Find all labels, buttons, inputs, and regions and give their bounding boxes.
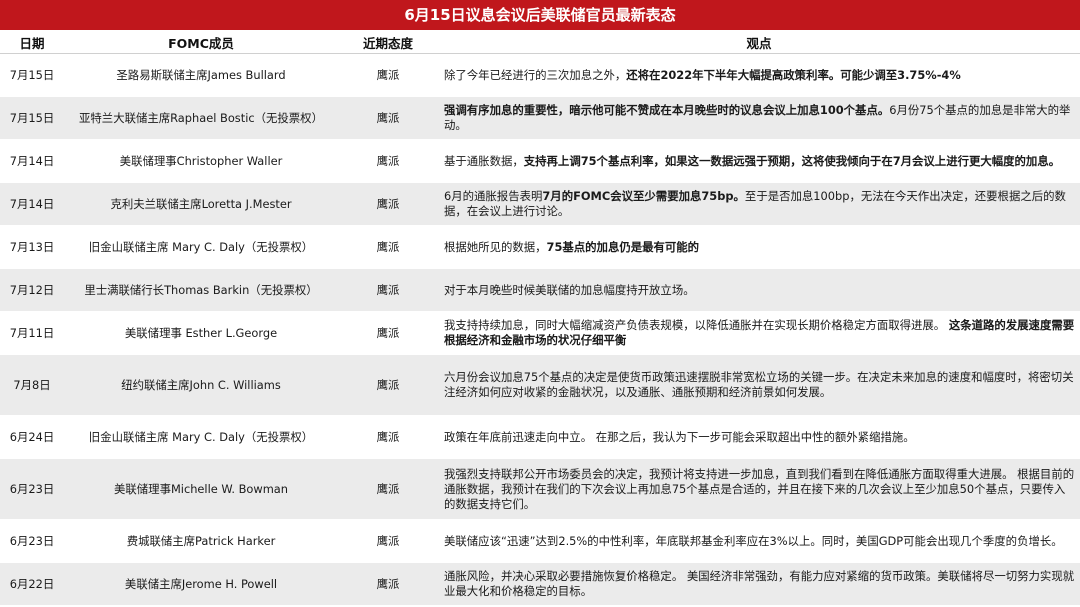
table-row: 7月13日 旧金山联储主席 Mary C. Daly（无投票权） 鹰派 根据她所见的数… bbox=[0, 225, 1080, 269]
row-view: 对于本月晚些时候美联储的加息幅度持开放立场。 bbox=[438, 268, 1080, 312]
view-text-segment: 6月的通胀报告表明 bbox=[444, 189, 543, 203]
row-stance: 鹰派 bbox=[338, 139, 438, 183]
table-body: 7月15日 圣路易斯联储主席James Bullard 鹰派 除了今年已经进行的三次加… bbox=[0, 53, 1080, 606]
row-stance: 鹰派 bbox=[338, 225, 438, 269]
row-stance: 鹰派 bbox=[338, 415, 438, 459]
view-text-segment: 六月份会议加息75个基点的决定是使货币政策迅速摆脱非常宽松立场的关键一步。在决定… bbox=[444, 370, 1074, 399]
view-text-segment: 通胀风险，并决心采取必要措施恢复价格稳定。 美国经济非常强劲，有能力应对紧缩的货… bbox=[444, 569, 1075, 598]
row-date: 7月14日 bbox=[0, 182, 64, 226]
view-text-segment: 政策在年底前迅速走向中立。 在那之后，我认为下一步可能会采取超出中性的额外紧缩措… bbox=[444, 429, 915, 444]
row-member: 美联储主席Jerome H. Powell bbox=[64, 562, 338, 606]
header-stance: 近期态度 bbox=[338, 31, 438, 54]
row-stance: 鹰派 bbox=[338, 519, 438, 563]
header-date: 日期 bbox=[0, 31, 64, 54]
row-member: 美联储理事Christopher Waller bbox=[64, 139, 338, 183]
row-stance: 鹰派 bbox=[338, 562, 438, 606]
view-text-segment: 7月的FOMC会议至少需要加息75bp。 bbox=[542, 189, 745, 203]
view-text-segment: 我强烈支持联邦公开市场委员会的决定，我预计将支持进一步加息，直到我们看到在降低通… bbox=[444, 466, 1075, 511]
row-member: 里士满联储行长Thomas Barkin（无投票权） bbox=[64, 268, 338, 312]
row-view: 政策在年底前迅速走向中立。 在那之后，我认为下一步可能会采取超出中性的额外紧缩措… bbox=[438, 415, 1080, 459]
row-member: 旧金山联储主席 Mary C. Daly（无投票权） bbox=[64, 415, 338, 459]
row-view: 除了今年已经进行的三次加息之外，还将在2022年下半年大幅提高政策利率。可能少调… bbox=[438, 53, 1080, 97]
view-text-segment: 除了今年已经进行的三次加息之外， bbox=[444, 67, 627, 82]
row-stance: 鹰派 bbox=[338, 311, 438, 355]
row-member: 美联储理事 Esther L.George bbox=[64, 311, 338, 355]
row-view: 根据她所见的数据，75基点的加息仍是最有可能的 bbox=[438, 225, 1080, 269]
view-text-segment: 美联储应该“迅速”达到2.5%的中性利率，年底联邦基金利率应在3%以上。同时，美… bbox=[444, 533, 1063, 548]
row-view: 美联储应该“迅速”达到2.5%的中性利率，年底联邦基金利率应在3%以上。同时，美… bbox=[438, 519, 1080, 563]
table-row: 7月15日 圣路易斯联储主席James Bullard 鹰派 除了今年已经进行的三次加… bbox=[0, 53, 1080, 97]
view-text-segment: 我支持持续加息，同时大幅缩减资产负债表规模，以降低通胀并在实现长期价格稳定方面取… bbox=[444, 318, 949, 332]
row-stance: 鹰派 bbox=[338, 268, 438, 312]
row-stance: 鹰派 bbox=[338, 458, 438, 520]
table-header-row: 日期 FOMC成员 近期态度 观点 bbox=[0, 31, 1080, 54]
view-text-segment: 支持再上调75个基点利率，如果这一数据远强于预期，这将使我倾向于在7月会议上进行… bbox=[523, 153, 1061, 168]
table-title: 6月15日议息会议后美联储官员最新表态 bbox=[0, 0, 1080, 31]
fomc-statements-table: 日期 FOMC成员 近期态度 观点 7月15日 圣路易斯联储主席James Bul… bbox=[0, 31, 1080, 606]
table-row: 7月8日 纽约联储主席John C. Williams 鹰派 六月份会议加息75个基点… bbox=[0, 354, 1080, 416]
row-date: 6月22日 bbox=[0, 562, 64, 606]
view-text-segment: 还将在2022年下半年大幅提高政策利率。可能少调至3.75%-4% bbox=[626, 67, 961, 82]
table-row: 6月22日 美联储主席Jerome H. Powell 鹰派 通胀风险，并决心采取必要… bbox=[0, 562, 1080, 606]
row-date: 7月12日 bbox=[0, 268, 64, 312]
table-row: 6月23日 美联储理事Michelle W. Bowman 鹰派 我强烈支持联邦公开市… bbox=[0, 458, 1080, 520]
row-view: 通胀风险，并决心采取必要措施恢复价格稳定。 美国经济非常强劲，有能力应对紧缩的货… bbox=[438, 562, 1080, 606]
row-view: 我强烈支持联邦公开市场委员会的决定，我预计将支持进一步加息，直到我们看到在降低通… bbox=[438, 458, 1080, 520]
row-date: 6月24日 bbox=[0, 415, 64, 459]
table-row: 7月14日 美联储理事Christopher Waller 鹰派 基于通胀数据，支持再… bbox=[0, 139, 1080, 183]
row-date: 7月11日 bbox=[0, 311, 64, 355]
row-date: 7月13日 bbox=[0, 225, 64, 269]
table-row: 6月24日 旧金山联储主席 Mary C. Daly（无投票权） 鹰派 政策在年底前迅… bbox=[0, 415, 1080, 459]
view-text-segment: 根据她所见的数据， bbox=[444, 239, 547, 254]
row-stance: 鹰派 bbox=[338, 354, 438, 416]
view-text-segment: 对于本月晚些时候美联储的加息幅度持开放立场。 bbox=[444, 282, 695, 297]
row-date: 7月8日 bbox=[0, 354, 64, 416]
row-view: 6月的通胀报告表明7月的FOMC会议至少需要加息75bp。至于是否加息100bp… bbox=[438, 182, 1080, 226]
row-member: 圣路易斯联储主席James Bullard bbox=[64, 53, 338, 97]
row-member: 旧金山联储主席 Mary C. Daly（无投票权） bbox=[64, 225, 338, 269]
table-row: 7月15日 亚特兰大联储主席Raphael Bostic（无投票权） 鹰派 强调有序加… bbox=[0, 96, 1080, 140]
row-view: 我支持持续加息，同时大幅缩减资产负债表规模，以降低通胀并在实现长期价格稳定方面取… bbox=[438, 311, 1080, 355]
row-date: 6月23日 bbox=[0, 519, 64, 563]
row-member: 费城联储主席Patrick Harker bbox=[64, 519, 338, 563]
row-member: 亚特兰大联储主席Raphael Bostic（无投票权） bbox=[64, 96, 338, 140]
row-member: 纽约联储主席John C. Williams bbox=[64, 354, 338, 416]
row-stance: 鹰派 bbox=[338, 53, 438, 97]
row-view: 基于通胀数据，支持再上调75个基点利率，如果这一数据远强于预期，这将使我倾向于在… bbox=[438, 139, 1080, 183]
table-row: 7月11日 美联储理事 Esther L.George 鹰派 我支持持续加息，同时大幅… bbox=[0, 311, 1080, 355]
view-text-segment: 75基点的加息仍是最有可能的 bbox=[546, 239, 700, 254]
row-date: 7月15日 bbox=[0, 96, 64, 140]
header-view: 观点 bbox=[438, 31, 1080, 54]
table-row: 7月12日 里士满联储行长Thomas Barkin（无投票权） 鹰派 对于本月晚些时… bbox=[0, 268, 1080, 312]
row-date: 7月15日 bbox=[0, 53, 64, 97]
view-text-segment: 强调有序加息的重要性，暗示他可能不赞成在本月晚些时的议息会议上加息100个基点。 bbox=[444, 103, 890, 117]
row-date: 7月14日 bbox=[0, 139, 64, 183]
header-member: FOMC成员 bbox=[64, 31, 338, 54]
row-stance: 鹰派 bbox=[338, 182, 438, 226]
table-row: 6月23日 费城联储主席Patrick Harker 鹰派 美联储应该“迅速”达到2.… bbox=[0, 519, 1080, 563]
row-date: 6月23日 bbox=[0, 458, 64, 520]
row-stance: 鹰派 bbox=[338, 96, 438, 140]
table-row: 7月14日 克利夫兰联储主席Loretta J.Mester 鹰派 6月的通胀报告表明… bbox=[0, 182, 1080, 226]
view-text-segment: 基于通胀数据， bbox=[444, 153, 524, 168]
row-view: 强调有序加息的重要性，暗示他可能不赞成在本月晚些时的议息会议上加息100个基点。… bbox=[438, 96, 1080, 140]
row-view: 六月份会议加息75个基点的决定是使货币政策迅速摆脱非常宽松立场的关键一步。在决定… bbox=[438, 354, 1080, 416]
row-member: 克利夫兰联储主席Loretta J.Mester bbox=[64, 182, 338, 226]
row-member: 美联储理事Michelle W. Bowman bbox=[64, 458, 338, 520]
